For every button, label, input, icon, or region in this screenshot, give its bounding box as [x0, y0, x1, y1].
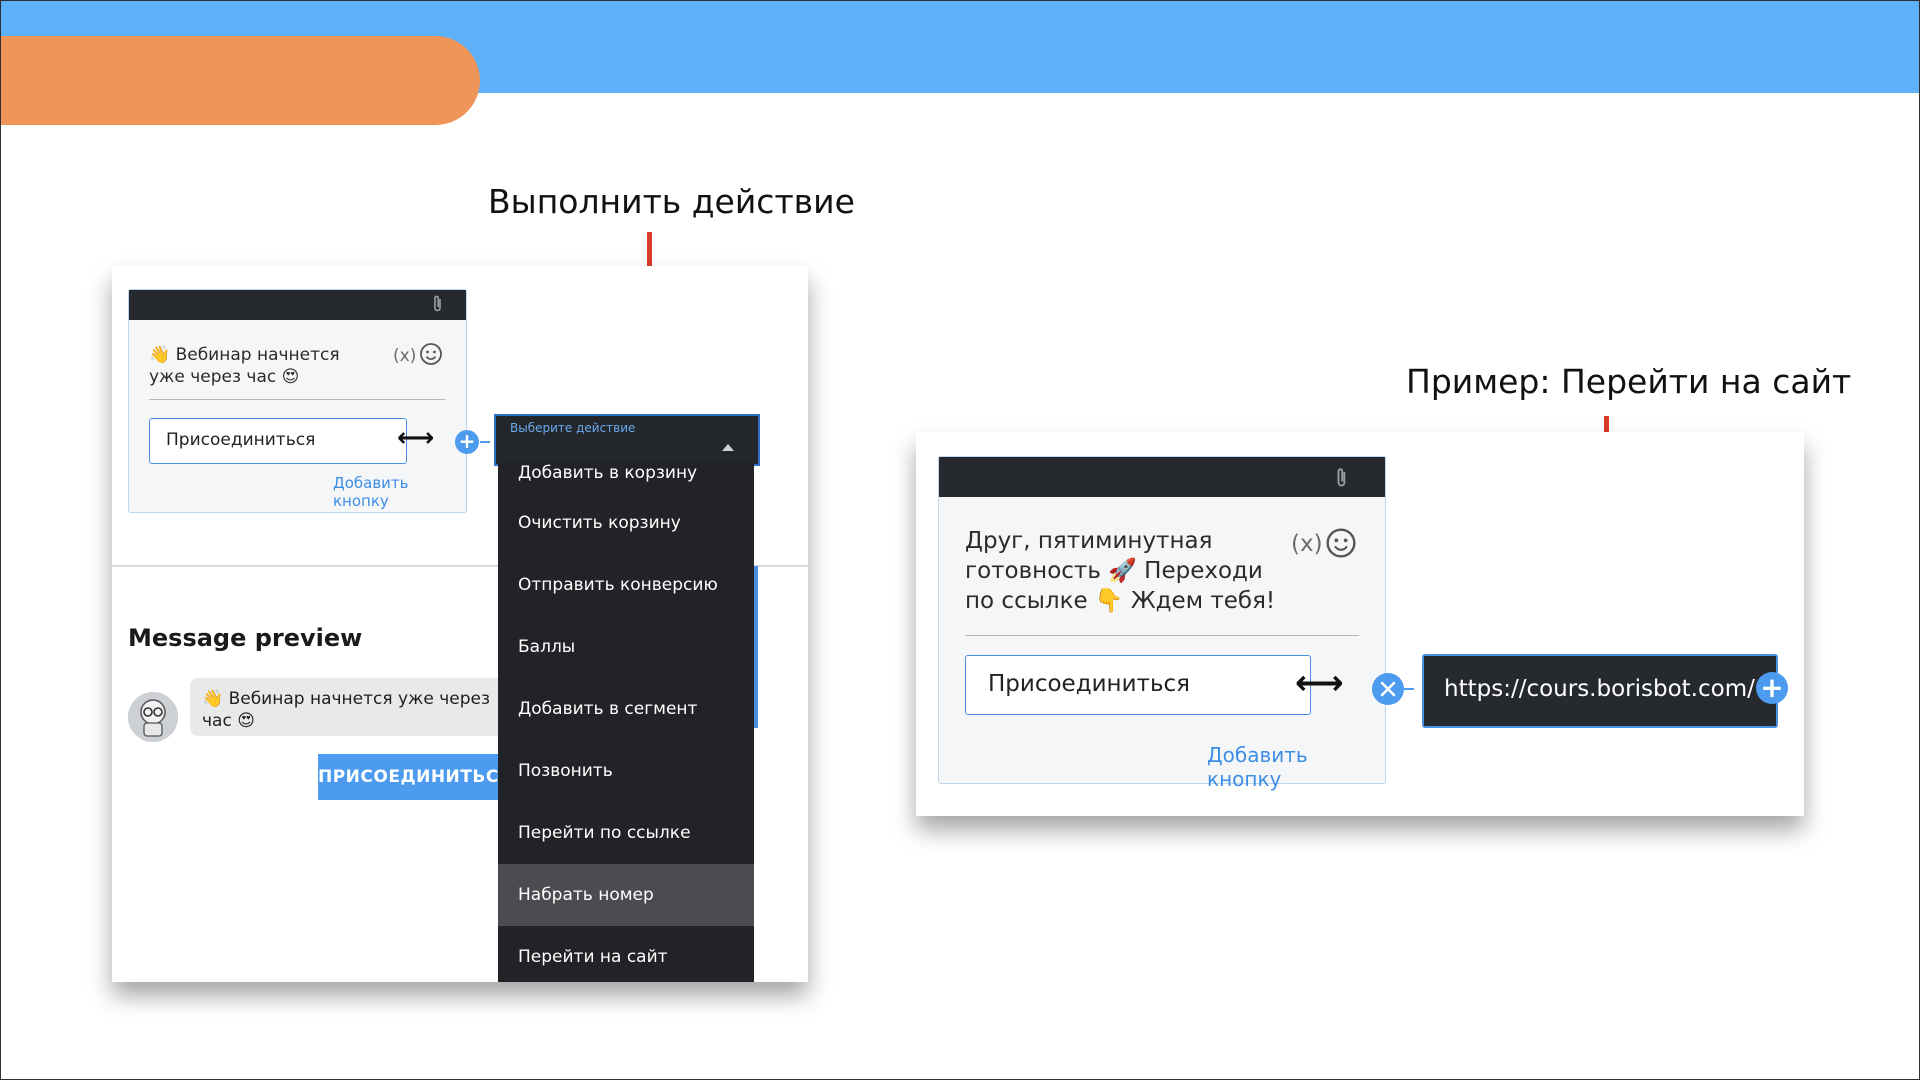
right-screenshot-panel: Друг, пятиминутная готовность 🚀 Переходи…	[916, 432, 1804, 816]
variable-insert-icon[interactable]: (x)	[1291, 531, 1323, 557]
bot-avatar	[128, 692, 178, 742]
add-action-plus-icon[interactable]: +	[455, 430, 479, 454]
menu-item-add-to-cart[interactable]: Добавить в корзину	[498, 462, 754, 492]
button-label-input[interactable]: Присоединиться	[149, 418, 407, 464]
menu-item-follow-link[interactable]: Перейти по ссылке	[498, 802, 754, 864]
orange-tab	[0, 36, 480, 125]
variable-insert-icon[interactable]: (x)	[393, 346, 416, 366]
menu-item-clear-cart[interactable]: Очистить корзину	[498, 492, 754, 554]
add-button-link-right[interactable]: Добавить кнопку	[1207, 743, 1385, 791]
menu-item-add-to-segment[interactable]: Добавить в сегмент	[498, 678, 754, 740]
button-label-value-right: Присоединиться	[988, 671, 1190, 697]
remove-action-close-icon[interactable]	[1372, 673, 1404, 705]
menu-item-send-conversion[interactable]: Отправить конверсию	[498, 554, 754, 616]
message-divider-right	[965, 635, 1359, 636]
action-select-label: Выберите действие	[510, 421, 636, 435]
paperclip-icon[interactable]	[432, 294, 444, 318]
button-label-input-right[interactable]: Присоединиться	[965, 655, 1311, 715]
preview-message: 👋 Вебинар начнется уже через час 😍	[202, 689, 491, 732]
preview-join-button[interactable]: ПРИСОЕДИНИТЬСЯ	[318, 754, 508, 800]
message-divider	[149, 399, 445, 400]
smiley-icon[interactable]	[1325, 527, 1357, 563]
smiley-icon[interactable]	[419, 342, 443, 370]
menu-item-go-to-site[interactable]: Перейти на сайт	[498, 926, 754, 982]
url-input[interactable]: https://cours.borisbot.com/	[1422, 654, 1778, 728]
resize-handle-icon[interactable]: ⟷	[1295, 663, 1344, 703]
message-text-right[interactable]: Друг, пятиминутная готовность 🚀 Переходи…	[965, 527, 1283, 617]
message-card-right: Друг, пятиминутная готовность 🚀 Переходи…	[938, 456, 1386, 791]
button-label-value: Присоединиться	[166, 430, 316, 450]
preview-bubble: 👋 Вебинар начнется уже через час 😍	[190, 678, 530, 736]
add-button-link[interactable]: Добавить кнопку	[333, 474, 466, 510]
card-toolbar	[129, 290, 466, 320]
connector-line-right	[1404, 688, 1414, 690]
annotation-title-right: Пример: Перейти на сайт	[1406, 362, 1852, 401]
menu-item-call[interactable]: Позвонить	[498, 740, 754, 802]
menu-item-points[interactable]: Баллы	[498, 616, 754, 678]
connector-line	[480, 441, 490, 443]
action-menu: Добавить в корзину Очистить корзину Отпр…	[498, 462, 754, 982]
menu-item-dial-number[interactable]: Набрать номер	[498, 864, 754, 926]
card-toolbar-right	[939, 457, 1385, 497]
paperclip-icon[interactable]	[1335, 466, 1349, 494]
add-url-plus-icon[interactable]: +	[1756, 672, 1788, 704]
annotation-title-left: Выполнить действие	[488, 182, 855, 221]
message-card: 👋 Вебинар начнется уже через час 😍 (x) П…	[128, 289, 467, 513]
resize-handle-icon[interactable]: ⟷	[397, 423, 434, 453]
url-value: https://cours.borisbot.com/	[1444, 676, 1755, 702]
message-text[interactable]: 👋 Вебинар начнется уже через час 😍	[149, 344, 379, 388]
action-select[interactable]: Выберите действие	[494, 414, 760, 466]
left-screenshot-panel: 👋 Вебинар начнется уже через час 😍 (x) П…	[112, 266, 808, 982]
chevron-up-icon[interactable]	[722, 436, 734, 455]
preview-title: Message preview	[128, 624, 363, 652]
